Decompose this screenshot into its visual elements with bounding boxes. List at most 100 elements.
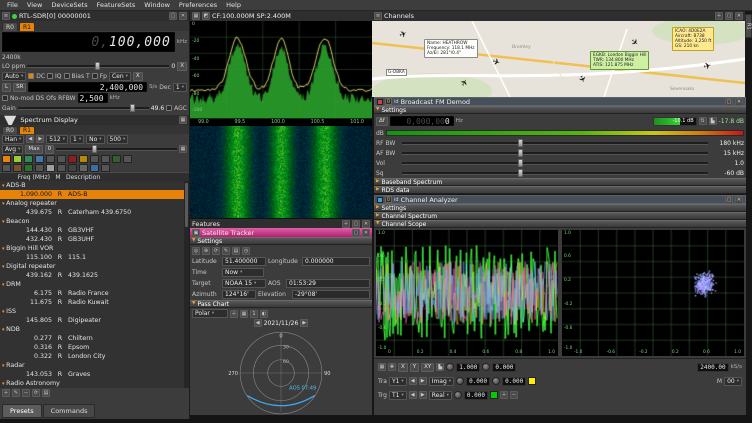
next-trigger-icon[interactable]: ▶ — [419, 391, 427, 399]
adsb-map[interactable]: Bromley Sevenoaks ✈ ✈ ✈ ✈ ✈ ✈ Name: HEAT… — [372, 21, 745, 97]
grid-icon[interactable]: ▦ — [192, 12, 200, 20]
lo-ppm-slider[interactable] — [27, 62, 169, 71]
agc-checkbox[interactable] — [166, 105, 172, 111]
start-tracking-icon[interactable]: ◎ — [192, 247, 200, 255]
time-scale-knob[interactable] — [446, 363, 454, 371]
trace-amp-knob[interactable] — [456, 377, 464, 385]
spectrum-toolbar-button[interactable] — [2, 155, 11, 163]
spectrum-toolbar-button[interactable] — [68, 155, 77, 163]
preset-row[interactable]: 143.053RGraves — [0, 370, 189, 379]
decay-select[interactable]: No — [86, 135, 104, 144]
center-frequency-display[interactable]: 0,100,000 — [2, 32, 175, 52]
rds-data-section[interactable]: ▶ RDS data — [374, 186, 746, 194]
export-preset-icon[interactable]: ▤ — [42, 389, 50, 397]
remove-trigger-icon[interactable]: − — [510, 391, 518, 399]
spectrum-toolbar-button[interactable] — [24, 155, 33, 163]
preset-row[interactable]: 432.430RGB3UHF — [0, 235, 189, 244]
dark-mode-icon[interactable]: ◐ — [260, 310, 268, 318]
spectrum-toolbar-button[interactable] — [13, 164, 22, 172]
lo-ppm-reset-button[interactable]: X — [177, 62, 187, 71]
spectrum-toolbar-button[interactable] — [35, 164, 44, 172]
sr-toggle-button[interactable]: SR — [13, 83, 26, 92]
device-tab[interactable]: R1 — [19, 22, 35, 31]
spectrum-toolbar-button[interactable] — [90, 164, 99, 172]
preset-row[interactable]: NDB — [0, 325, 189, 334]
max-hold-button[interactable]: Max — [25, 145, 42, 154]
close-icon[interactable]: ✕ — [735, 98, 743, 106]
baseband-spectrum-section[interactable]: ▶ Baseband Spectrum — [374, 178, 746, 186]
preset-row[interactable]: 11.675RRadio Kuwait — [0, 298, 189, 307]
add-trigger-icon[interactable]: ＋ — [500, 391, 508, 399]
channel-scope-section[interactable]: ▼ Channel Scope — [374, 220, 746, 228]
spectrum-toolbar-button[interactable] — [79, 155, 88, 163]
bfm-slider[interactable] — [402, 169, 708, 178]
add-preset-icon[interactable]: ＋ — [2, 389, 10, 397]
map-icon[interactable]: ⊕ — [202, 247, 210, 255]
bottom-tab[interactable]: Commands — [43, 404, 96, 418]
grid-icon[interactable]: ▦ — [240, 310, 248, 318]
hamburger-icon[interactable]: ≡ — [374, 12, 382, 20]
spectrum-toolbar-button[interactable] — [46, 155, 55, 163]
preset-row[interactable]: Radio Astronomy — [0, 379, 189, 388]
device-tab[interactable]: R0 — [2, 22, 18, 31]
feature-lock-icon[interactable]: ▣ — [192, 229, 200, 237]
maximize-icon[interactable]: ▢ — [169, 12, 177, 20]
preset-row[interactable]: 144.430RGB3VHF — [0, 226, 189, 235]
trace-select[interactable]: Y1 — [389, 377, 407, 386]
polar-display-icon[interactable]: ▙ — [436, 363, 444, 371]
zoom-in-icon[interactable]: ＋ — [230, 310, 238, 318]
pass-chart-section[interactable]: ▼ Pass Chart — [190, 300, 372, 308]
ref-level-value[interactable]: 0 — [45, 145, 55, 154]
preset-row[interactable]: 0.277RChiltern — [0, 334, 189, 343]
aircraft-icon[interactable]: ✈ — [703, 62, 713, 73]
channel-color-swatch[interactable] — [377, 99, 383, 105]
spectrum-display-tab[interactable]: R0 — [2, 126, 18, 134]
spectrum-toolbar-button[interactable] — [13, 155, 22, 163]
range-slider[interactable] — [56, 145, 177, 154]
fc-position-select[interactable]: Cen — [109, 72, 131, 81]
preset-row[interactable]: Digital repeater — [0, 262, 189, 271]
spectrum-toolbar-button[interactable] — [112, 155, 121, 163]
move-icon[interactable]: ✥ — [388, 363, 396, 371]
trace-color-swatch[interactable] — [528, 377, 536, 385]
spectrum-display-tab[interactable]: R1 — [19, 126, 35, 134]
sample-rate-display[interactable]: 2,400,000 — [28, 82, 147, 92]
spectrum-toolbar-button[interactable] — [57, 155, 66, 163]
clock-icon[interactable]: ◷ — [242, 247, 250, 255]
airport-info-box[interactable]: Name: HEATHROW Frequency: 118.1 MHz Az/E… — [424, 39, 478, 58]
bottom-tab[interactable]: Presets — [2, 404, 42, 418]
left-arrow-icon[interactable]: ◀ — [26, 135, 34, 143]
maximize-icon[interactable]: ▢ — [725, 12, 733, 20]
trace-offset-knob[interactable] — [492, 377, 500, 385]
preset-row[interactable]: 0.322RLondon City — [0, 352, 189, 361]
channel-spectrum-section[interactable]: ▶ Channel Spectrum — [374, 212, 746, 220]
grid-icon[interactable]: ▦ — [179, 116, 187, 124]
bfm-slider[interactable] — [402, 159, 708, 168]
single-pass-icon[interactable]: 1 — [250, 310, 258, 318]
preset-row[interactable]: Beacon — [0, 217, 189, 226]
dc-checkbox[interactable] — [28, 73, 34, 79]
chart-type-select[interactable]: Polar — [192, 309, 228, 318]
iq-checkbox[interactable] — [47, 73, 53, 79]
preset-row[interactable]: 6.175RRadio France — [0, 289, 189, 298]
bias-t-checkbox[interactable] — [64, 73, 70, 79]
open-file-icon[interactable]: ▤ — [232, 247, 240, 255]
close-icon[interactable]: ✕ — [735, 12, 743, 20]
spectrum-toolbar-button[interactable] — [123, 155, 132, 163]
preset-row[interactable]: 439.675RCaterham 439.6750 — [0, 208, 189, 217]
spectrum-plot[interactable]: 0 -20 -40 -60 -80 -100 — [190, 21, 372, 118]
spectrum-toolbar-button[interactable] — [46, 164, 55, 172]
menu-item[interactable]: View — [23, 1, 46, 9]
edit-preset-icon[interactable]: ✎ — [12, 389, 20, 397]
spectrum-toolbar-button[interactable] — [101, 155, 110, 163]
bfm-slider[interactable] — [402, 149, 708, 158]
decimation-select[interactable]: 1 — [173, 83, 187, 92]
device-set-side-tab[interactable]: R1 — [745, 14, 752, 38]
menu-item[interactable]: Help — [222, 1, 245, 9]
grid-toggle-icon[interactable]: ▦ — [179, 145, 187, 153]
update-tle-icon[interactable]: ⟳ — [212, 247, 220, 255]
fft-size-select[interactable]: 512 — [46, 135, 68, 144]
gain-slider[interactable] — [18, 104, 149, 113]
preset-row[interactable]: Biggin Hill VOR — [0, 244, 189, 253]
close-icon[interactable]: ✕ — [179, 12, 187, 20]
